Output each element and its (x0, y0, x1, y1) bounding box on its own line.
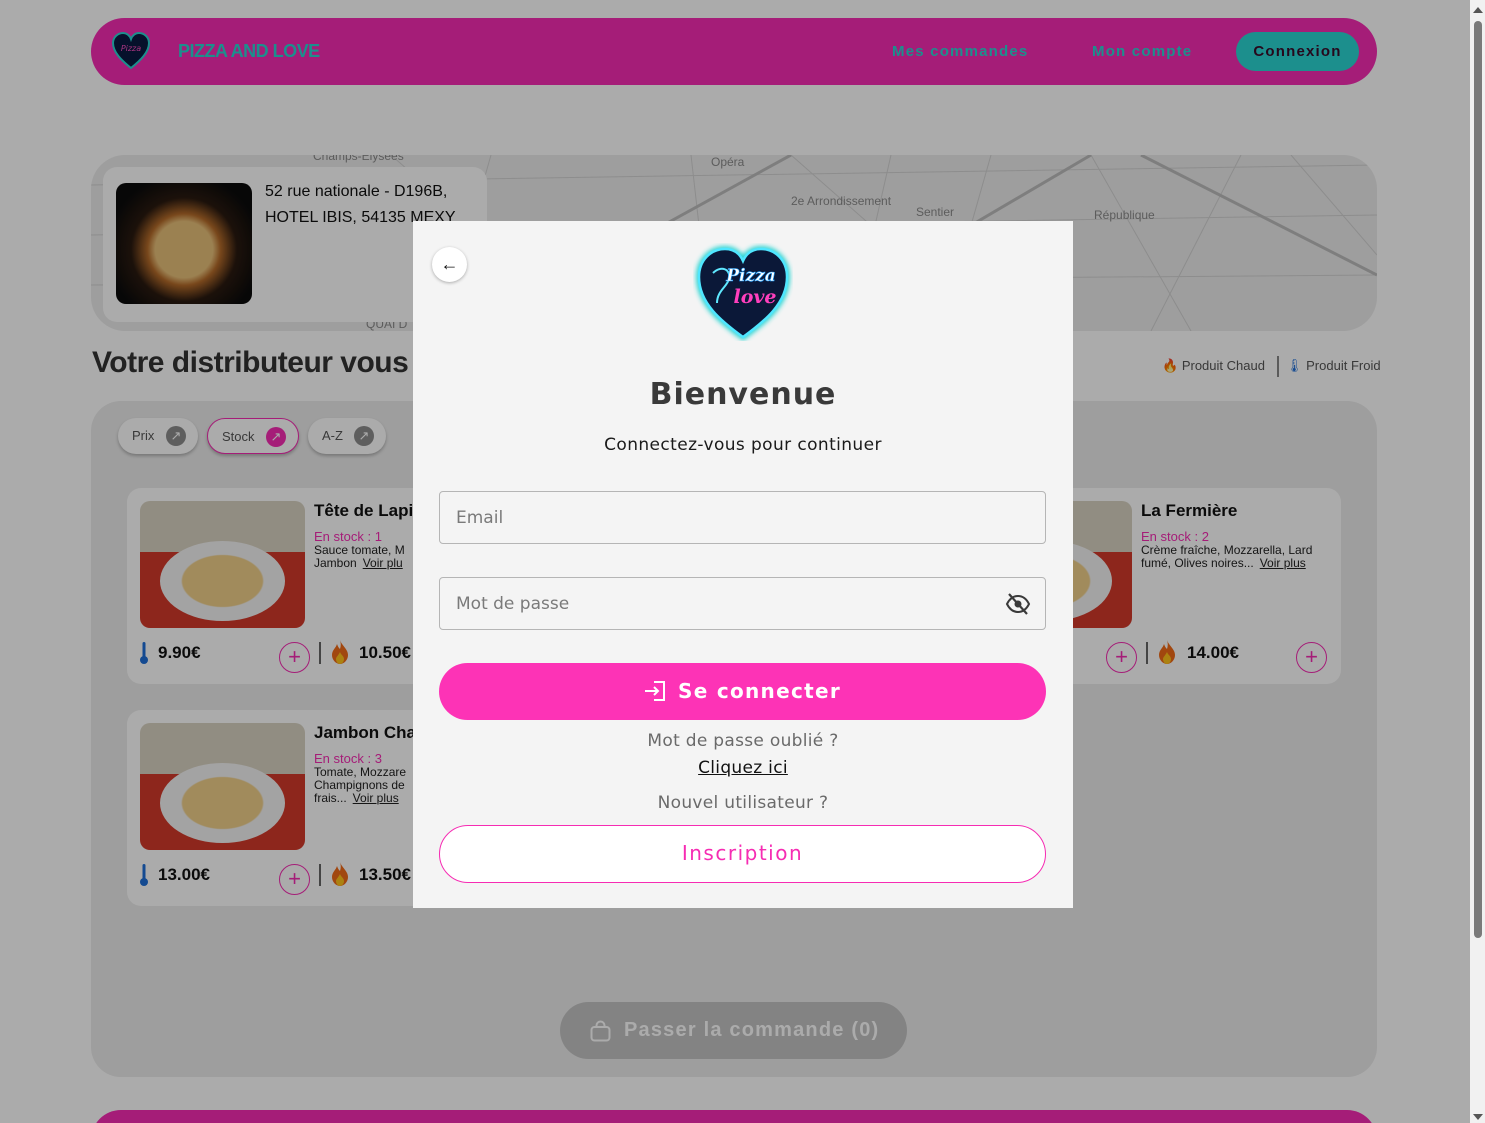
new-user-text: Nouvel utilisateur ? (657, 793, 829, 813)
back-arrow-icon[interactable]: ← (432, 247, 467, 282)
modal-subtitle: Connectez-vous pour continuer (604, 435, 882, 455)
svg-text:Pizza: Pizza (725, 266, 776, 286)
modal-title: Bienvenue (649, 377, 837, 412)
forgot-password-link[interactable]: Cliquez ici (413, 758, 1073, 778)
pizza-and-love-logo: Pizza love (695, 245, 791, 341)
login-icon (644, 681, 665, 701)
forgot-password-text: Mot de passe oublié ? (647, 731, 839, 751)
svg-text:love: love (733, 286, 776, 308)
email-input[interactable] (440, 492, 1045, 543)
login-button-label: Se connecter (677, 679, 841, 703)
scroll-down-arrow-icon[interactable] (1473, 1114, 1483, 1120)
scrollbar-thumb[interactable] (1474, 21, 1482, 938)
email-field[interactable] (439, 491, 1046, 544)
password-input[interactable] (440, 578, 1045, 629)
login-modal: ← Pizza love Bienvenue Connectez-vous po… (413, 221, 1073, 908)
scrollbar[interactable] (1470, 0, 1485, 1123)
password-field[interactable] (439, 577, 1046, 630)
login-button[interactable]: Se connecter (439, 663, 1046, 720)
scroll-up-arrow-icon[interactable] (1473, 7, 1483, 13)
signup-button[interactable]: Inscription (439, 825, 1046, 883)
eye-off-icon[interactable] (1005, 592, 1031, 616)
